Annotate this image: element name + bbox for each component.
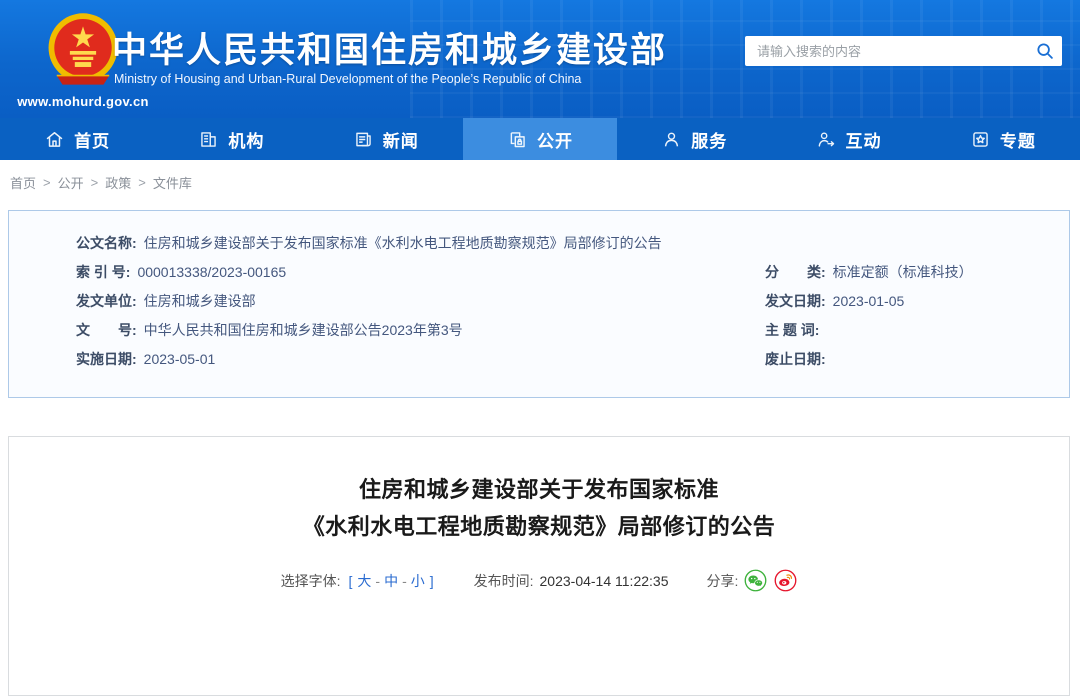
breadcrumb-home[interactable]: 首页	[10, 173, 36, 192]
topics-icon	[973, 131, 988, 147]
font-size-medium-button[interactable]: 中	[384, 571, 398, 591]
meta-label: 废止日期:	[765, 351, 826, 367]
meta-label: 文 号:	[76, 322, 137, 338]
interaction-icon	[818, 132, 834, 147]
news-icon	[355, 132, 371, 146]
nav-item-interaction[interactable]: 互动	[771, 118, 925, 160]
nav-item-organization[interactable]: 机构	[154, 118, 308, 160]
breadcrumb-separator: >	[138, 175, 146, 190]
font-size-separator: -	[375, 572, 381, 589]
nav-item-label: 机构	[228, 131, 265, 151]
publish-time-label: 发布时间:	[473, 572, 534, 589]
meta-row-abolition-date: 废止日期:	[765, 345, 1069, 374]
nav-item-service[interactable]: 服务	[617, 118, 771, 160]
meta-label: 主 题 词:	[765, 322, 820, 338]
bracket-open: [	[348, 572, 353, 589]
font-size-separator: -	[402, 572, 407, 589]
document-meta-card: 公文名称: 住房和城乡建设部关于发布国家标准《水利水电工程地质勘察规范》局部修订的…	[8, 210, 1070, 398]
nav-item-label: 服务	[691, 131, 728, 151]
meta-label: 发文单位:	[76, 293, 137, 309]
site-url: www.mohurd.gov.cn	[17, 94, 149, 109]
service-icon	[665, 132, 679, 146]
meta-value: 2023-01-05	[832, 293, 905, 309]
meta-row-document-name: 公文名称: 住房和城乡建设部关于发布国家标准《水利水电工程地质勘察规范》局部修订的…	[9, 229, 1069, 258]
nav-item-label: 专题	[999, 131, 1036, 151]
site-subtitle: Ministry of Housing and Urban-Rural Deve…	[114, 72, 582, 86]
share-group: 分享:	[706, 569, 797, 592]
breadcrumb-library[interactable]: 文件库	[153, 173, 192, 192]
wechat-icon[interactable]	[744, 569, 767, 592]
article-title: 住房和城乡建设部关于发布国家标准 《水利水电工程地质勘察规范》局部修订的公告	[9, 471, 1069, 545]
breadcrumb-separator: >	[90, 175, 99, 190]
meta-row-category: 分 类: 标准定额（标准科技）	[765, 258, 1069, 287]
article-title-line1: 住房和城乡建设部关于发布国家标准	[358, 477, 719, 502]
meta-value: 标准定额（标准科技）	[832, 264, 973, 280]
meta-row-implementation-date: 实施日期: 2023-05-01	[9, 345, 765, 374]
font-size-selector: [ 大 - 中 - 小 ]	[347, 571, 436, 591]
organization-icon	[201, 131, 217, 147]
meta-row-index-number: 索 引 号: 000013338/2023-00165	[9, 258, 765, 287]
meta-row-subject-words: 主 题 词:	[765, 316, 1069, 345]
meta-value: 中华人民共和国住房和城乡建设部公告2023年第3号	[143, 322, 463, 338]
font-size-small-button[interactable]: 小	[411, 571, 425, 591]
breadcrumb-policy[interactable]: 政策	[105, 173, 131, 192]
meta-label: 公文名称:	[76, 235, 137, 251]
meta-value: 2023-05-01	[143, 351, 216, 367]
nav-item-label: 互动	[845, 131, 882, 151]
nav-item-disclosure[interactable]: 公开	[462, 118, 618, 160]
main-nav: 首页 机构 新闻 公开 服务 互动 专题	[0, 118, 1080, 160]
breadcrumb-separator: >	[43, 175, 51, 190]
nav-item-home[interactable]: 首页	[0, 118, 154, 160]
nav-item-label: 新闻	[382, 131, 419, 151]
article-card: 住房和城乡建设部关于发布国家标准 《水利水电工程地质勘察规范》局部修订的公告 选…	[8, 436, 1070, 696]
font-select-label: 选择字体:	[280, 572, 341, 589]
breadcrumb-disclosure[interactable]: 公开	[58, 173, 84, 192]
article-title-line2: 《水利水电工程地质勘察规范》局部修订的公告	[302, 514, 776, 539]
meta-label: 实施日期:	[76, 351, 137, 367]
search-input[interactable]	[745, 43, 1028, 59]
weibo-icon[interactable]	[774, 569, 797, 592]
meta-value: 住房和城乡建设部	[143, 293, 256, 309]
meta-label: 索 引 号:	[76, 264, 131, 280]
search-box	[745, 36, 1062, 66]
font-size-large-button[interactable]: 大	[357, 571, 371, 591]
home-icon	[46, 131, 63, 147]
article-toolbar: 选择字体: [ 大 - 中 - 小 ] 发布时间: 2023-04-14 11:…	[9, 569, 1069, 592]
site-header: www.mohurd.gov.cn 中华人民共和国住房和城乡建设部 Minist…	[0, 0, 1080, 118]
meta-label: 发文日期:	[765, 293, 826, 309]
meta-value: 000013338/2023-00165	[137, 264, 287, 280]
meta-label: 分 类:	[765, 264, 826, 280]
nav-item-label: 公开	[536, 131, 573, 151]
breadcrumb: 首页 > 公开 > 政策 > 文件库	[10, 173, 192, 192]
meta-row-issuing-unit: 发文单位: 住房和城乡建设部	[9, 287, 765, 316]
disclosure-icon	[510, 131, 525, 147]
nav-item-topics[interactable]: 专题	[926, 118, 1080, 160]
share-label: 分享:	[706, 572, 739, 589]
meta-row-issue-date: 发文日期: 2023-01-05	[765, 287, 1069, 316]
nav-item-label: 首页	[74, 131, 111, 151]
publish-time-value: 2023-04-14 11:22:35	[539, 572, 669, 589]
meta-row-document-number: 文 号: 中华人民共和国住房和城乡建设部公告2023年第3号	[9, 316, 765, 345]
nav-item-news[interactable]: 新闻	[309, 118, 463, 160]
publish-time-group: 发布时间: 2023-04-14 11:22:35	[474, 571, 669, 591]
site-title: 中华人民共和国住房和城乡建设部	[112, 31, 668, 70]
meta-value: 住房和城乡建设部关于发布国家标准《水利水电工程地质勘察规范》局部修订的公告	[143, 235, 662, 251]
search-icon[interactable]	[1028, 36, 1062, 66]
bracket-close: ]	[429, 572, 434, 589]
